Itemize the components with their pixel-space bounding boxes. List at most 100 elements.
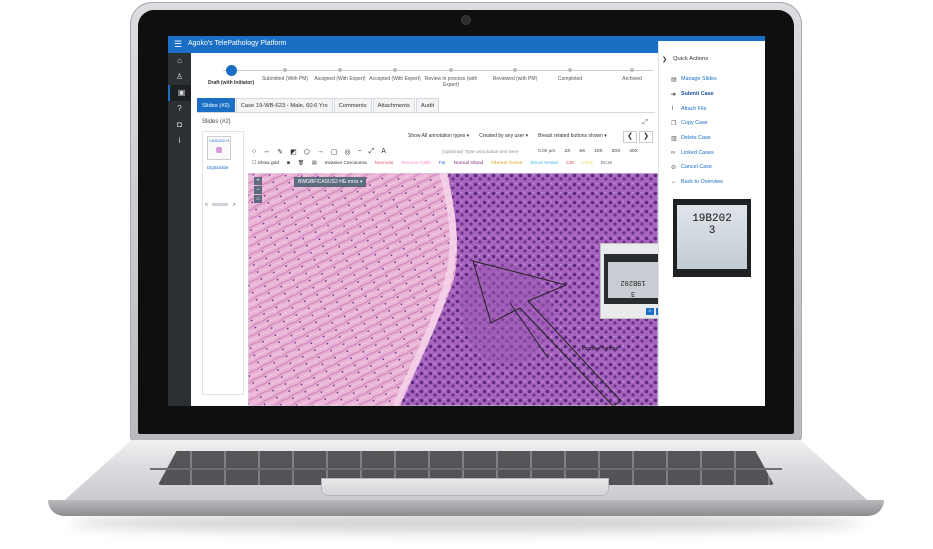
label-immune-cells[interactable]: Immune Cells [401, 161, 430, 166]
back-to-overview-action[interactable]: ← Back to Overview [671, 175, 723, 190]
top-bar: ☰ Agoko's TelePathology Platform Demo Pr… [168, 36, 765, 394]
quick-actions-list: ▤ Manage Slides ➔ Submit Case ⌇ Attach File… [671, 72, 723, 190]
fill-tool-icon[interactable]: ◩ [290, 148, 297, 156]
rectangle-tool-icon[interactable]: ▢ [331, 148, 338, 156]
target-tool-icon[interactable]: ◎ [344, 148, 350, 156]
label-blood-vessel[interactable]: Blood Vessel [530, 161, 558, 166]
zoom-40x-button[interactable]: 40X [629, 149, 638, 154]
step-dot [283, 68, 287, 72]
arrow-tool-icon[interactable]: → [317, 148, 324, 156]
show-grid-toggle[interactable]: ☐ Show grid [252, 161, 279, 166]
next-slide-button[interactable]: ❯ [639, 131, 653, 143]
slide-viewer: Show All annotation types ▾ Created by a… [248, 131, 668, 406]
home-view-button[interactable]: ⌂ [254, 195, 262, 203]
scale-readout: 0.00 µm [538, 149, 556, 154]
zoom-out-button[interactable]: − [254, 186, 262, 194]
tab-attachments[interactable]: Attachments [372, 98, 415, 113]
slide-thumbnail-1[interactable]: CASUS2-H [207, 136, 231, 160]
slide-label-line1: 19B202 [692, 213, 732, 225]
manage-slides-action[interactable]: ▤ Manage Slides [671, 72, 723, 87]
step-dot [513, 68, 517, 72]
zoom-20x-button[interactable]: 20X [612, 149, 621, 154]
tab-slides[interactable]: Slides (#2) [197, 98, 235, 113]
arrow-right-icon: ➔ [671, 91, 677, 98]
annotation-text-input[interactable]: (Optional) Type annotation text here [442, 150, 518, 155]
collapse-panel-icon[interactable]: ❯ [662, 56, 667, 63]
slide-label-photo: 19B202 3 [673, 199, 751, 277]
expand-icon[interactable]: ⤢ [642, 119, 648, 127]
step-submitted: Submitted (With PM) [255, 65, 315, 82]
zoom-2x-button[interactable]: 2X [564, 149, 570, 154]
step-assigned: Assigned (With Expert) [310, 65, 370, 82]
creator-filter[interactable]: Created by any user ▾ [479, 133, 528, 139]
help-icon[interactable]: ? [168, 101, 191, 117]
scroll-left-icon[interactable]: < [205, 202, 208, 208]
copy-icon: ❐ [671, 120, 677, 127]
label-invasive-carcinoma[interactable]: Invasive Carcinoma [325, 161, 367, 166]
laptop-base-lip [48, 500, 884, 516]
webcam-icon [462, 16, 470, 24]
tissue-thumbnail [216, 147, 222, 153]
tab-case[interactable]: Case 19-WB-623 - Male, 60.6 Yrs [235, 98, 333, 113]
pen-tool-icon[interactable]: ✎ [277, 148, 283, 156]
text-tool-icon[interactable]: A [381, 148, 386, 156]
attach-file-action[interactable]: ⌇ Attach File [671, 101, 723, 116]
label-necrosis[interactable]: Necrosis [375, 161, 394, 166]
delete-case-action[interactable]: ▥ Delete Case [671, 131, 723, 146]
annotation-toolbar: ○ ↔ ✎ ◩ ⬠ → ▢ ◎ − ⤢ A [252, 148, 386, 156]
quick-actions-panel: ❯ Quick Actions ▤ Manage Slides ➔ Submit C… [658, 53, 765, 406]
home-icon[interactable]: ⌂ [168, 53, 191, 69]
zoom-in-button[interactable]: + [254, 177, 262, 185]
step-dot [568, 68, 572, 72]
case-tabs: Slides (#2) Case 19-WB-623 - Male, 60.6 … [197, 98, 440, 113]
scroll-right-icon[interactable]: > [233, 202, 236, 208]
laptop-shadow [70, 514, 862, 532]
step-completed: Completed [540, 65, 600, 82]
tab-audit[interactable]: Audit [415, 98, 440, 113]
label-normal-gland[interactable]: Normal Gland [454, 161, 484, 166]
linked-cases-action[interactable]: ∞ Linked Cases [671, 145, 723, 160]
info-icon[interactable]: i [168, 133, 191, 149]
minus-tool-icon[interactable]: − [358, 148, 362, 156]
submit-case-action[interactable]: ➔ Submit Case [671, 87, 723, 102]
label-fibrous-tissue[interactable]: Fibrous Tissue [491, 161, 522, 166]
viewer-filters: Show All annotation types ▾ Created by a… [408, 133, 607, 139]
overview-search-icon[interactable]: ⌕ [646, 308, 654, 315]
chat-icon[interactable]: ◘ [168, 117, 191, 133]
back-arrow-icon: ← [671, 179, 677, 186]
hamburger-menu-icon[interactable]: ☰ [174, 39, 182, 50]
slides-icon[interactable]: ▣ [168, 85, 193, 101]
label-lcis[interactable]: LCIS [582, 161, 593, 166]
thumbnail-scrollbar[interactable] [212, 203, 229, 206]
polygon-tool-icon[interactable]: ⬠ [304, 148, 310, 156]
measure-tool-icon[interactable]: ↔ [263, 148, 270, 156]
flask-icon[interactable]: ♙ [168, 69, 191, 85]
save-icon[interactable]: ▤ [312, 161, 317, 166]
circle-tool-icon[interactable]: ○ [252, 148, 256, 156]
copy-case-action[interactable]: ❐ Copy Case [671, 116, 723, 131]
app-title: Agoko's TelePathology Platform [188, 40, 287, 47]
magnification-bar: 0.00 µm 2X 5X 10X 20X 40X [538, 149, 638, 154]
label-cis[interactable]: CIS [566, 161, 574, 166]
left-nav: ⌂ ♙ ▣ ? ◘ i [168, 53, 193, 406]
camera-icon[interactable]: ◙ [287, 161, 290, 166]
zoom-5x-button[interactable]: 5X [579, 149, 585, 154]
tab-comments[interactable]: Comments [333, 98, 372, 113]
label-fat[interactable]: Fat [439, 161, 446, 166]
buttons-filter[interactable]: Breast related buttons shown ▾ [538, 133, 607, 139]
slide-thumbnail-2[interactable]: DigitaSlide [207, 165, 231, 170]
touchpad [322, 479, 608, 495]
fullscreen-tool-icon[interactable]: ⤢ [369, 148, 375, 156]
trash-icon[interactable]: 🗑 [298, 161, 304, 166]
cancel-case-action[interactable]: ⊘ Cancel Case [671, 160, 723, 175]
slide-thumbnails: CASUS2-H DigitaSlide < > [202, 131, 244, 395]
paperclip-icon: ⌇ [671, 106, 674, 113]
tissue-image[interactable]: + − ⌂ BWGBFICASUS2-HE.mrxs ▾ Invasive Tu… [248, 173, 658, 406]
label-dcis[interactable]: DCIS [601, 161, 612, 166]
step-review: Review in process (with Expert) [421, 65, 481, 88]
zoom-10x-button[interactable]: 10X [594, 149, 603, 154]
annotation-type-filter[interactable]: Show All annotation types ▾ [408, 133, 469, 139]
laptop-screen: ☰ Agoko's TelePathology Platform Demo Pr… [168, 36, 765, 406]
prev-slide-button[interactable]: ❮ [623, 131, 637, 143]
quick-actions-title: Quick Actions [673, 56, 709, 62]
